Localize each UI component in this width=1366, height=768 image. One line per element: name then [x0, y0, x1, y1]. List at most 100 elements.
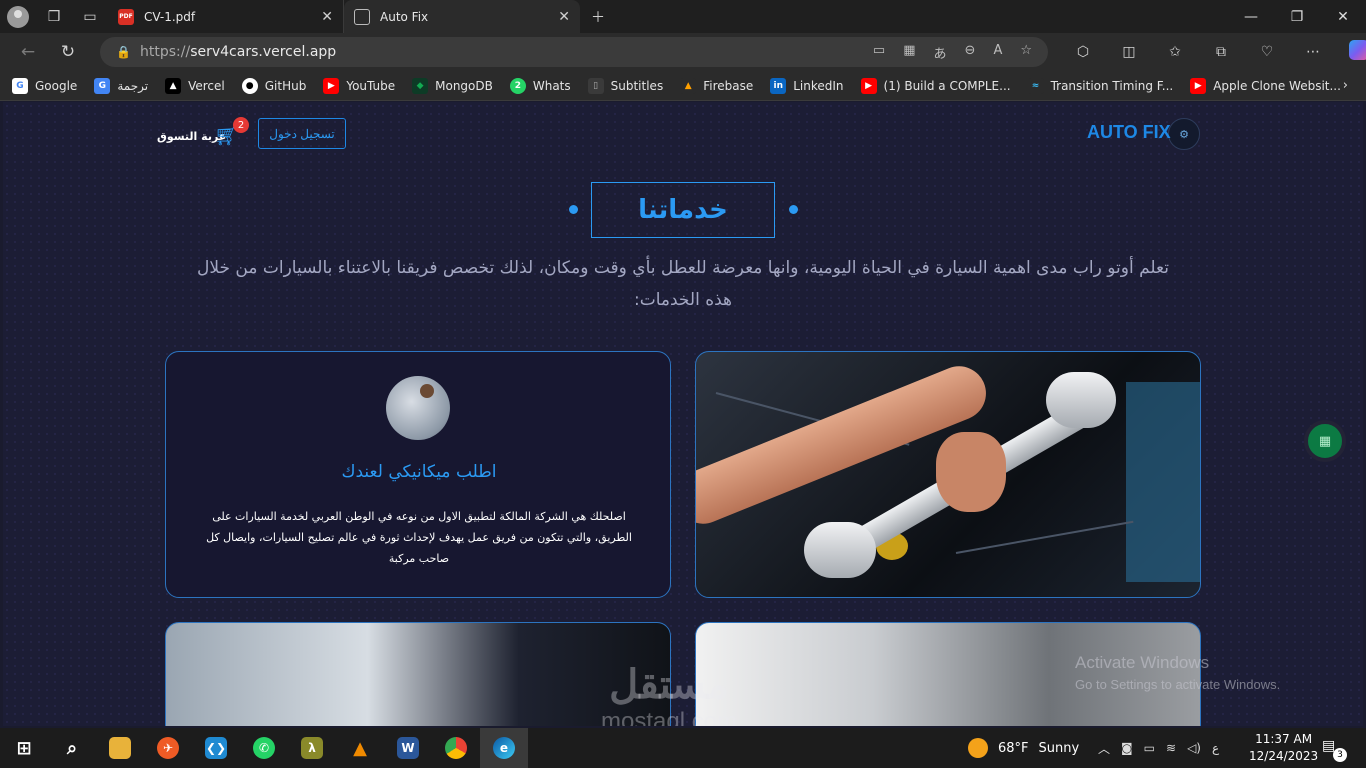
split-screen-icon[interactable]: ◫ [1106, 44, 1152, 60]
bookmark-linkedin[interactable]: in LinkedIn [770, 77, 844, 94]
login-button[interactable]: تسجيل دخول [258, 118, 346, 149]
bookmark-youtube[interactable]: ▶ YouTube [323, 77, 395, 94]
chrome-icon[interactable] [432, 728, 480, 768]
bookmarks-bar: G Google G ترجمة ▲ Vercel ● GitHub ▶ YouTube … [0, 71, 1366, 101]
weather-widget[interactable]: 68°F Sunny [968, 728, 1079, 768]
zoom-icon[interactable]: ⊖ [965, 43, 976, 62]
favorites-icon[interactable]: ✩ [1152, 44, 1198, 60]
pdf-icon: PDF [118, 8, 134, 25]
app-available-icon[interactable]: ▭ [873, 43, 885, 62]
browser-tab-strip: ❒ ▭ PDF CV-1.pdf ✕ Auto Fix ✕ ＋ — ❐ ✕ [0, 0, 1366, 33]
copilot-icon[interactable] [1336, 40, 1366, 64]
search-icon[interactable]: ⌕ [48, 728, 96, 768]
bookmark-subtitles[interactable]: ▯ Subtitles [587, 77, 663, 94]
url-text: https://serv4cars.vercel.app [140, 44, 337, 60]
activate-windows-watermark: Activate Windows Go to Settings to activ… [1075, 653, 1281, 692]
title-dot-left [569, 205, 578, 214]
whatsapp-icon[interactable]: ✆ [240, 728, 288, 768]
url-field[interactable]: 🔒 https://serv4cars.vercel.app ▭ ▦ あ ⊖ A… [100, 37, 1048, 67]
vlc-icon[interactable]: ▲ [336, 728, 384, 768]
word-icon[interactable]: W [384, 728, 432, 768]
wifi-icon[interactable]: ≋ [1166, 741, 1176, 755]
close-tab-icon[interactable]: ✕ [558, 9, 570, 25]
profile-icon[interactable] [0, 0, 36, 33]
bookmark-mongodb[interactable]: ◆ MongoDB [412, 77, 493, 94]
close-tab-icon[interactable]: ✕ [321, 9, 333, 25]
bookmark-translate[interactable]: G ترجمة [94, 77, 148, 94]
more-menu-icon[interactable]: ⋯ [1290, 44, 1336, 60]
favorite-star-icon[interactable]: ☆ [1020, 43, 1032, 62]
logo-icon[interactable]: ⚙ [1168, 118, 1200, 150]
subtitles-icon: ▯ [587, 77, 604, 94]
chevron-right-icon[interactable]: › [1343, 78, 1348, 93]
collections-icon[interactable]: ⧉ [1198, 44, 1244, 60]
youtube-icon: ▶ [860, 77, 877, 94]
postman-icon[interactable]: ✈ [144, 728, 192, 768]
calculator-icon[interactable]: ▦ [1304, 420, 1346, 462]
vscode-icon[interactable]: ❮❯ [192, 728, 240, 768]
tailwind-icon: ≈ [1027, 77, 1044, 94]
windows-start-icon[interactable]: ⊞ [0, 728, 48, 768]
weather-desc: Sunny [1038, 740, 1080, 756]
site-logo[interactable]: AUTO FIX [1087, 122, 1171, 143]
lambda-app-icon[interactable]: λ [288, 728, 336, 768]
youtube-icon: ▶ [1190, 77, 1207, 94]
read-aloud-icon[interactable]: A [993, 43, 1002, 62]
firebase-icon: ▲ [680, 77, 697, 94]
sun-icon [968, 738, 988, 758]
vercel-icon: ▲ [165, 77, 182, 94]
back-icon[interactable]: ← [8, 33, 48, 71]
bookmark-firebase[interactable]: ▲ Firebase [680, 77, 753, 94]
qr-icon[interactable]: ▦ [903, 43, 915, 62]
github-icon: ● [241, 77, 258, 94]
file-explorer-icon[interactable] [96, 728, 144, 768]
bookmark-build-complete[interactable]: ▶ (1) Build a COMPLE... [860, 77, 1011, 94]
google-icon: G [12, 77, 28, 94]
whatsapp-icon: 2 [509, 77, 526, 94]
service-image-businessman [165, 622, 671, 726]
bookmark-google[interactable]: G Google [12, 77, 77, 94]
tab-actions-icon[interactable]: ▭ [72, 0, 108, 33]
bookmark-vercel[interactable]: ▲ Vercel [165, 77, 225, 94]
browser-essentials-icon[interactable]: ♡ [1244, 44, 1290, 60]
services-intro: تعلم أوتو راب مدى اهمية السيارة في الحيا… [197, 258, 1169, 310]
refresh-icon[interactable]: ↻ [48, 33, 88, 71]
close-window-icon[interactable]: ✕ [1320, 9, 1366, 25]
cart-count-badge: 2 [233, 117, 249, 133]
translate-icon[interactable]: あ [934, 43, 947, 62]
bookmark-github[interactable]: ● GitHub [241, 77, 306, 94]
mongodb-icon: ◆ [412, 77, 429, 94]
tab-cv-pdf[interactable]: PDF CV-1.pdf ✕ [108, 0, 344, 33]
linkedin-icon: in [770, 77, 787, 94]
service-card-mechanic[interactable]: اطلب ميكانيكي لعندك اصلحلك هي الشركة الم… [165, 351, 671, 598]
new-tab-icon[interactable]: ＋ [580, 0, 616, 33]
battery-icon[interactable]: ▭ [1144, 741, 1155, 755]
bookmark-whats[interactable]: 2 Whats [509, 77, 571, 94]
webcam-icon[interactable]: ◙ [1121, 741, 1133, 755]
tab-auto-fix[interactable]: Auto Fix ✕ [344, 0, 580, 33]
service-card-title: اطلب ميكانيكي لعندك [341, 462, 497, 482]
clock[interactable]: 11:37 AM 12/24/2023 [1249, 731, 1318, 765]
title-dot-right [789, 205, 798, 214]
input-language[interactable]: ع [1212, 741, 1219, 755]
chevron-up-icon[interactable]: ︿ [1098, 740, 1110, 757]
clock-date: 12/24/2023 [1249, 749, 1319, 763]
volume-icon[interactable]: ◁) [1187, 741, 1201, 755]
translate-icon: G [94, 77, 111, 94]
mostaql-watermark: مستقل mostaql.com [601, 663, 738, 726]
minimize-icon[interactable]: — [1228, 9, 1274, 25]
mechanic-avatar [386, 376, 450, 440]
bookmark-transition-timing[interactable]: ≈ Transition Timing F... [1027, 77, 1173, 94]
section-title: خدماتنا [591, 182, 775, 238]
edge-icon[interactable]: e [480, 728, 528, 768]
tab-title: Auto Fix [380, 9, 429, 24]
workspaces-icon[interactable]: ❒ [36, 0, 72, 33]
wrench-engine-image [695, 351, 1201, 598]
bookmark-apple-clone[interactable]: ▶ Apple Clone Websit... [1190, 77, 1341, 94]
restore-icon[interactable]: ❐ [1274, 9, 1320, 25]
weather-temp: 68°F [998, 740, 1029, 756]
system-tray: ︿ ◙ ▭ ≋ ◁) ع [1098, 728, 1219, 768]
tab-title: CV-1.pdf [144, 9, 196, 24]
extensions-icon[interactable]: ⬡ [1060, 44, 1106, 60]
clock-time: 11:37 AM [1255, 732, 1313, 746]
